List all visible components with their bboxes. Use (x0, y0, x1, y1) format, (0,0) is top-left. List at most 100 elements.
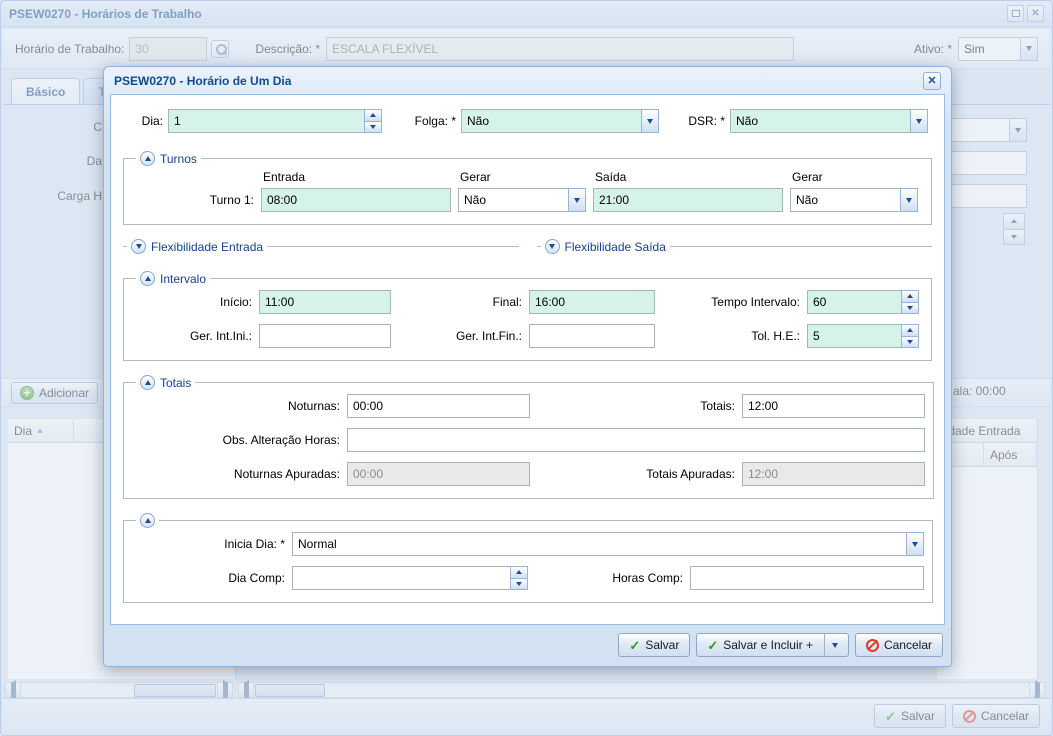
dsr-input[interactable] (730, 109, 911, 133)
check-icon: ✓ (629, 639, 640, 652)
inicia-dia-label: Inicia Dia: * (132, 537, 285, 551)
totais-input[interactable] (742, 394, 925, 418)
cancel-icon (866, 639, 879, 652)
flex-saida-legend: Flexibilidade Saída (541, 239, 670, 254)
turnos-header-saida: Saída (593, 170, 783, 184)
tol-he-spinner (807, 324, 919, 348)
dsr-combo (730, 109, 928, 133)
turno1-gerar-saida-combo (790, 188, 918, 212)
collapse-extra-button[interactable] (140, 513, 155, 528)
dialog-horario-um-dia: PSEW0270 - Horário de Um Dia ✕ Dia: Folg… (103, 66, 952, 667)
ger-int-fin-input[interactable] (529, 324, 655, 348)
flex-saida-label: Flexibilidade Saída (565, 240, 666, 254)
fieldset-turnos: Turnos Entrada Gerar Saída Gerar Turno 1… (123, 151, 932, 225)
dialog-save-button[interactable]: ✓ Salvar (618, 633, 690, 657)
dia-comp-label: Dia Comp: (132, 571, 285, 585)
dia-input[interactable] (168, 109, 365, 133)
flexibilidade-row: Flexibilidade Entrada Flexibilidade Saíd… (123, 239, 932, 255)
folga-label: Folga: * (390, 114, 456, 128)
collapse-turnos-button[interactable] (140, 151, 155, 166)
turno1-gerar-entrada-trigger[interactable] (568, 188, 586, 212)
folga-combo-trigger[interactable] (641, 109, 659, 133)
dia-spin-down-button[interactable] (364, 121, 382, 134)
check-icon: ✓ (707, 639, 718, 652)
fieldset-intervalo-legend: Intervalo (136, 271, 210, 286)
dialog-header: PSEW0270 - Horário de Um Dia ✕ (110, 67, 945, 94)
noturnas-apuradas-input[interactable] (347, 462, 530, 486)
turno1-saida-input[interactable] (593, 188, 783, 212)
folga-input[interactable] (461, 109, 642, 133)
dialog-main-row: Dia: Folga: * DSR: * (123, 109, 932, 133)
dialog-close-button[interactable]: ✕ (923, 72, 941, 90)
dia-comp-spinner (292, 566, 528, 590)
turnos-header-entrada: Entrada (261, 170, 451, 184)
expand-flex-entrada-button[interactable] (131, 239, 146, 254)
obs-alteracao-label: Obs. Alteração Horas: (132, 433, 340, 447)
totais-apuradas-input[interactable] (742, 462, 925, 486)
turno1-gerar-saida-trigger[interactable] (900, 188, 918, 212)
dsr-label: DSR: * (667, 114, 725, 128)
fieldset-extra: Inicia Dia: * Dia Comp: Horas Comp: (123, 513, 933, 603)
turno1-label: Turno 1: (132, 193, 254, 207)
dialog-cancel-button[interactable]: Cancelar (855, 633, 943, 657)
totais-apuradas-label: Totais Apuradas: (537, 467, 735, 481)
turnos-legend-label: Turnos (160, 152, 197, 166)
noturnas-input[interactable] (347, 394, 530, 418)
dia-comp-input[interactable] (292, 566, 511, 590)
dialog-save-add-button[interactable]: ✓ Salvar e Incluir + (696, 633, 849, 657)
ger-int-ini-label: Ger. Int.Ini.: (132, 329, 252, 343)
fieldset-extra-legend (136, 513, 159, 528)
final-input[interactable] (529, 290, 655, 314)
expand-flex-saida-button[interactable] (545, 239, 560, 254)
inicia-dia-trigger[interactable] (906, 532, 924, 556)
dsr-combo-trigger[interactable] (910, 109, 928, 133)
tempo-intervalo-label: Tempo Intervalo: (662, 295, 800, 309)
dia-spin (364, 109, 382, 133)
dia-label: Dia: (123, 114, 163, 128)
collapse-totais-button[interactable] (140, 375, 155, 390)
dialog-body: Dia: Folga: * DSR: * (110, 94, 945, 625)
totais-grid: Noturnas: Totais: Obs. Alteração Horas: … (132, 394, 925, 486)
tol-he-input[interactable] (807, 324, 902, 348)
turno1-gerar-saida-input[interactable] (790, 188, 901, 212)
dialog-save-label: Salvar (645, 638, 679, 652)
tempo-spin-down-button[interactable] (901, 302, 919, 315)
turnos-grid: Entrada Gerar Saída Gerar Turno 1: (132, 170, 923, 212)
fieldset-totais: Totais Noturnas: Totais: Obs. Alteração … (123, 375, 934, 499)
turno1-gerar-entrada-combo (458, 188, 586, 212)
save-add-menu-button[interactable] (824, 634, 838, 656)
totais-legend-label: Totais (160, 376, 191, 390)
dialog-title: PSEW0270 - Horário de Um Dia (114, 74, 291, 88)
inicio-label: Início: (132, 295, 252, 309)
turnos-header-gerar-2: Gerar (790, 170, 918, 184)
inicia-dia-input[interactable] (292, 532, 907, 556)
turno1-entrada-input[interactable] (261, 188, 451, 212)
tol-spin-down-button[interactable] (901, 336, 919, 349)
noturnas-apuradas-label: Noturnas Apuradas: (132, 467, 340, 481)
ger-int-fin-label: Ger. Int.Fin.: (398, 329, 522, 343)
totais-label: Totais: (537, 399, 735, 413)
fieldset-intervalo: Intervalo Início: Final: Tempo Intervalo… (123, 271, 932, 361)
dialog-footer: ✓ Salvar ✓ Salvar e Incluir + Cancelar (110, 630, 945, 660)
folga-combo (461, 109, 659, 133)
obs-alteracao-input[interactable] (347, 428, 925, 452)
horas-comp-input[interactable] (690, 566, 924, 590)
inicio-input[interactable] (259, 290, 391, 314)
ger-int-ini-input[interactable] (259, 324, 391, 348)
flex-entrada-label: Flexibilidade Entrada (151, 240, 263, 254)
inicia-dia-combo (292, 532, 924, 556)
dia-comp-spin-down-button[interactable] (510, 578, 528, 591)
fieldset-flex-saida: Flexibilidade Saída (537, 239, 933, 255)
tol-spin (901, 324, 919, 348)
turno1-gerar-entrada-input[interactable] (458, 188, 569, 212)
tol-he-label: Tol. H.E.: (662, 329, 800, 343)
collapse-intervalo-button[interactable] (140, 271, 155, 286)
dia-comp-spin (510, 566, 528, 590)
tempo-intervalo-input[interactable] (807, 290, 902, 314)
dialog-cancel-label: Cancelar (884, 638, 932, 652)
chevron-down-icon (832, 643, 838, 648)
close-icon: ✕ (927, 74, 936, 87)
intervalo-grid: Início: Final: Tempo Intervalo: Ger. Int… (132, 290, 923, 348)
final-label: Final: (398, 295, 522, 309)
dialog-save-add-label: Salvar e Incluir + (723, 638, 813, 652)
